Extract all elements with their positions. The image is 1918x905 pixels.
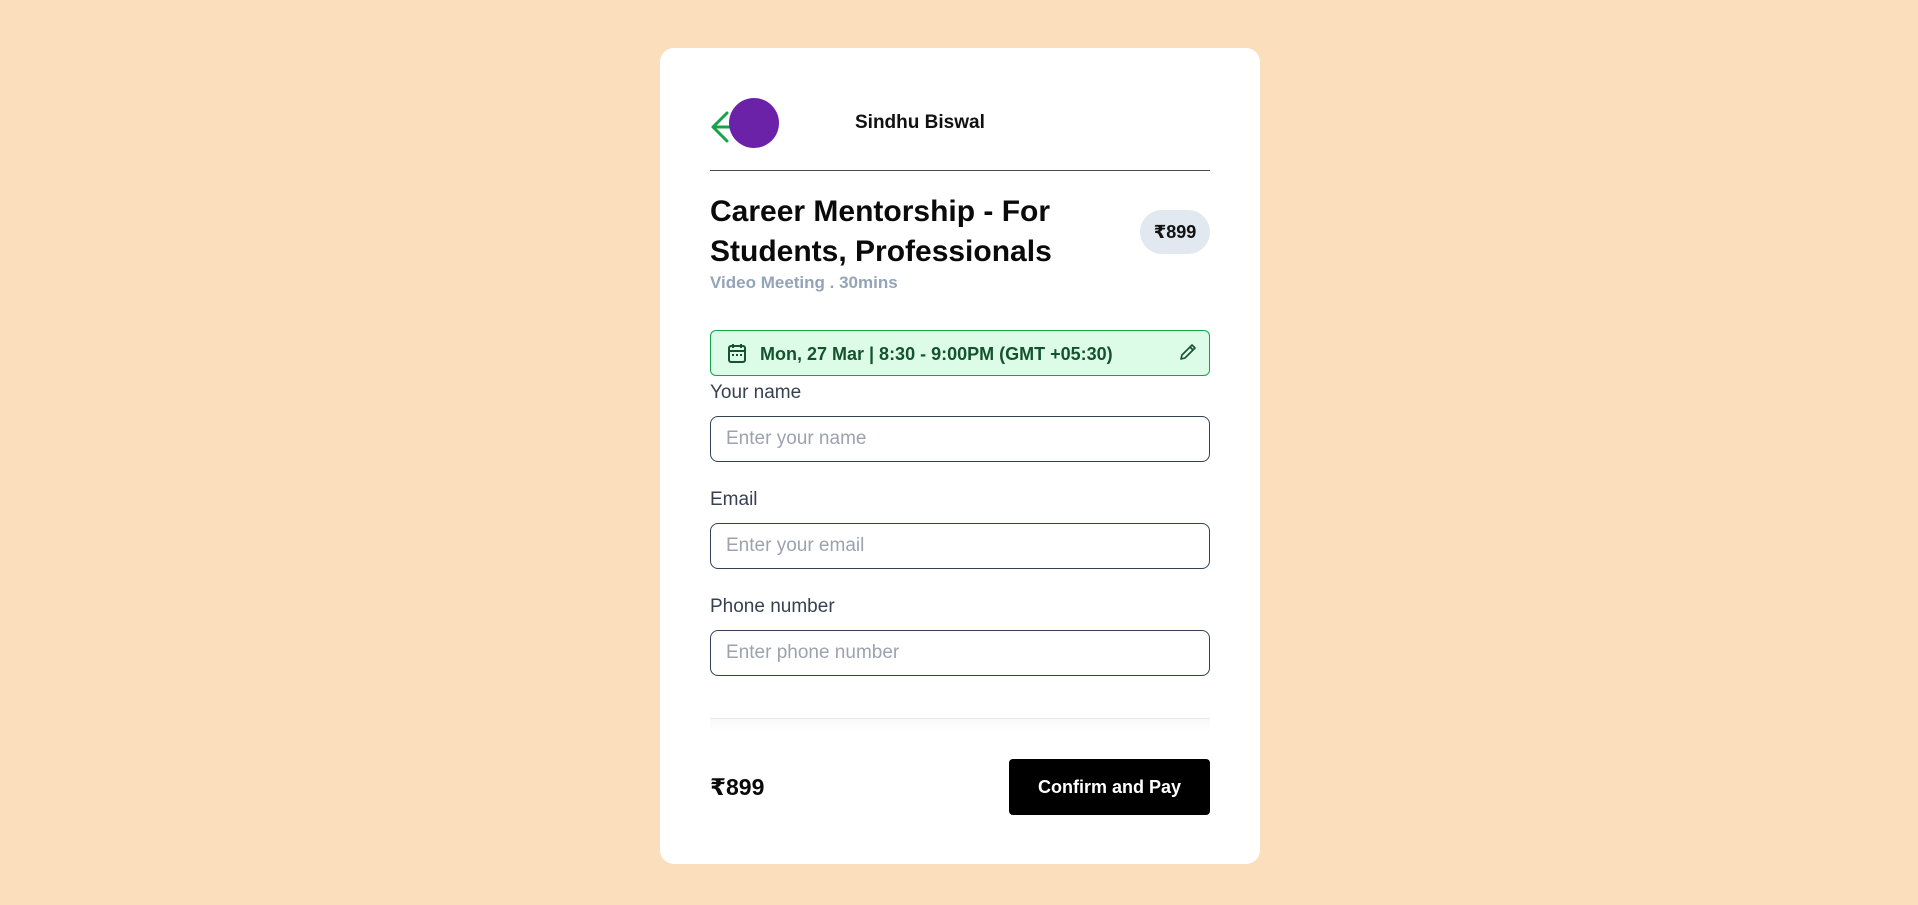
slot-datetime: Mon, 27 Mar | 8:30 - 9:00PM (GMT +05:30)	[760, 344, 1113, 364]
meeting-details: Video Meeting . 30mins	[710, 273, 898, 292]
total-price: ₹899	[710, 774, 765, 800]
name-field[interactable]	[710, 416, 1210, 462]
phone-label: Phone number	[710, 596, 835, 617]
name-label: Your name	[710, 382, 802, 403]
pencil-icon[interactable]	[1178, 342, 1198, 362]
page-title: Career Mentorship - For Students, Profes…	[710, 195, 1052, 268]
divider	[710, 718, 1210, 733]
phone-field[interactable]	[710, 630, 1210, 676]
email-field[interactable]	[710, 523, 1210, 569]
email-label: Email	[710, 489, 758, 510]
confirm-and-pay-button[interactable]: Confirm and Pay	[1009, 759, 1210, 815]
booking-card: Sindhu Biswal Career Mentorship - For St…	[660, 48, 1260, 864]
avatar	[729, 98, 779, 148]
calendar-icon	[728, 344, 746, 363]
selected-slot: Mon, 27 Mar | 8:30 - 9:00PM (GMT +05:30)	[710, 330, 1210, 376]
host-name: Sindhu Biswal	[855, 112, 985, 133]
price-badge: ₹899	[1140, 210, 1210, 254]
